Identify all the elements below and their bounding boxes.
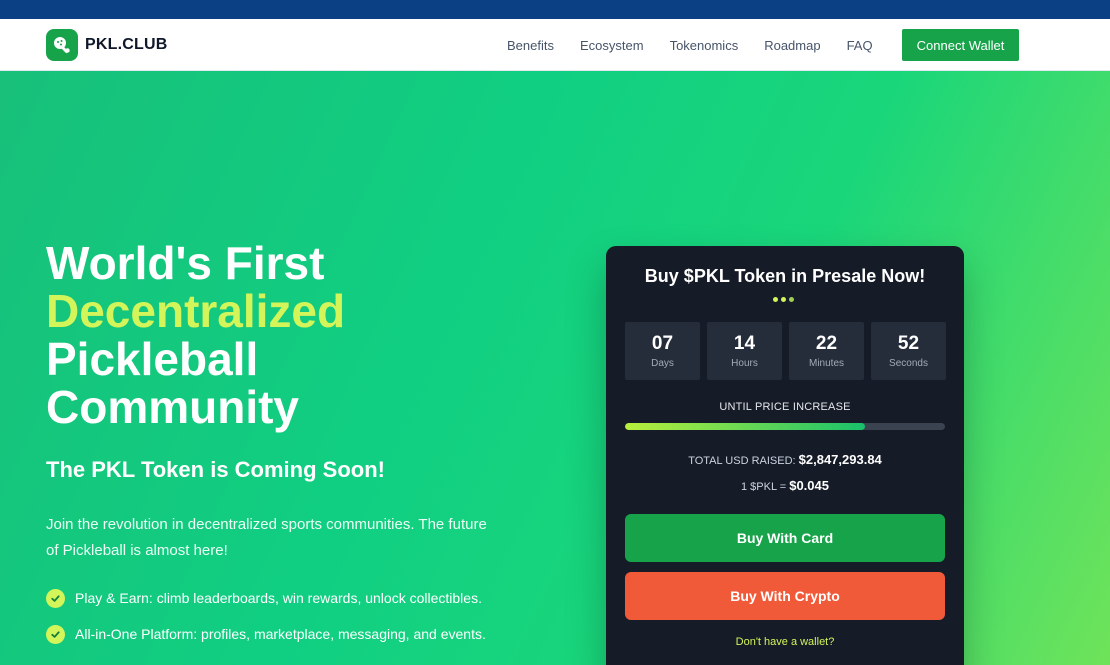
hero-intro: Join the revolution in decentralized spo…: [46, 516, 487, 559]
feature-text: Play & Earn: climb leaderboards, win rew…: [75, 590, 482, 606]
headline-line-4: Community: [46, 381, 299, 433]
countdown-seconds: 52 Seconds: [871, 322, 946, 380]
raised-value: $2,847,293.84: [798, 452, 882, 467]
price-increase-label: UNTIL PRICE INCREASE: [719, 401, 851, 413]
headline-line-3: Pickleball: [46, 333, 259, 385]
top-announcement-bar: [0, 0, 1110, 19]
hero-subtitle: The PKL Token is Coming Soon!: [46, 457, 385, 482]
nav-link-ecosystem[interactable]: Ecosystem: [580, 38, 644, 53]
feature-item: Play & Earn: climb leaderboards, win rew…: [46, 587, 516, 609]
feature-item: All-in-One Platform: profiles, marketpla…: [46, 623, 516, 645]
no-wallet-link[interactable]: Don't have a wallet?: [606, 636, 964, 648]
loading-dots-icon: [773, 297, 797, 302]
main-nav: Benefits Ecosystem Tokenomics Roadmap FA…: [507, 19, 899, 71]
presale-progress-bar: [625, 423, 945, 430]
presale-card: Buy $PKL Token in Presale Now! 07 Days 1…: [606, 246, 964, 665]
countdown-value: 14: [733, 333, 756, 354]
nav-link-faq[interactable]: FAQ: [847, 38, 873, 53]
check-icon: [46, 625, 65, 644]
countdown-hours: 14 Hours: [707, 322, 782, 380]
navbar: PKL.CLUB Benefits Ecosystem Tokenomics R…: [0, 19, 1110, 71]
presale-progress-fill: [625, 423, 865, 430]
countdown-label: Days: [651, 358, 674, 369]
rate-value: $0.045: [789, 478, 829, 493]
countdown-days: 07 Days: [625, 322, 700, 380]
pickleball-paddle-icon: [46, 29, 78, 61]
countdown-label: Minutes: [808, 358, 844, 369]
connect-wallet-button[interactable]: Connect Wallet: [902, 29, 1019, 61]
presale-title: Buy $PKL Token in Presale Now!: [644, 266, 926, 286]
countdown-value: 52: [897, 333, 920, 354]
countdown-label: Hours: [731, 358, 758, 369]
raised-label: TOTAL USD RAISED:: [688, 455, 796, 467]
countdown-value: 07: [651, 333, 674, 354]
headline-line-1: World's First: [46, 237, 325, 289]
buy-with-card-button[interactable]: Buy With Card: [625, 514, 945, 562]
countdown-timer: 07 Days 14 Hours 22 Minutes 52 Seconds: [625, 322, 953, 380]
logo[interactable]: PKL.CLUB: [46, 29, 167, 61]
countdown-minutes: 22 Minutes: [789, 322, 864, 380]
brand-name: PKL.CLUB: [85, 36, 168, 53]
countdown-value: 22: [815, 333, 838, 354]
nav-link-benefits[interactable]: Benefits: [507, 38, 554, 53]
rate-label: 1 $PKL =: [741, 481, 787, 493]
feature-text: All-in-One Platform: profiles, marketpla…: [75, 626, 486, 642]
hero-headline: World's First Decentralized Pickleball C…: [46, 239, 345, 431]
nav-link-roadmap[interactable]: Roadmap: [764, 38, 820, 53]
headline-accent: Decentralized: [46, 285, 346, 337]
feature-list: Play & Earn: climb leaderboards, win rew…: [46, 587, 516, 659]
hero-section: World's First Decentralized Pickleball C…: [0, 71, 1110, 665]
total-raised: TOTAL USD RAISED: $2,847,293.84: [606, 452, 964, 467]
check-icon: [46, 589, 65, 608]
token-rate: 1 $PKL = $0.045: [606, 478, 964, 493]
buy-with-crypto-button[interactable]: Buy With Crypto: [625, 572, 945, 620]
nav-link-tokenomics[interactable]: Tokenomics: [670, 38, 739, 53]
countdown-label: Seconds: [889, 358, 928, 369]
